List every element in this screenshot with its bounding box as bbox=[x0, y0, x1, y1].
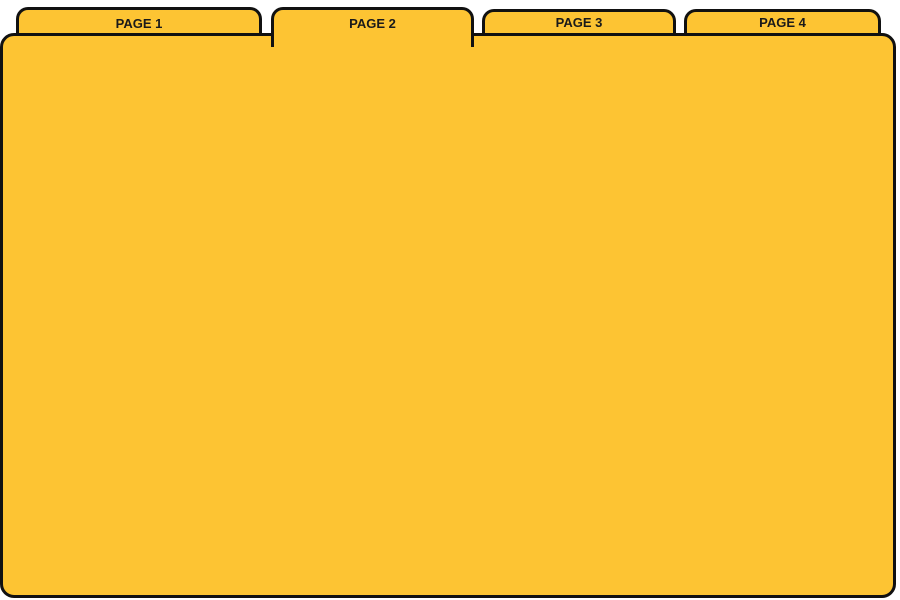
tab-page-2-label: PAGE 2 bbox=[349, 16, 396, 31]
active-tab-connector bbox=[277, 42, 468, 50]
tab-page-1-label: PAGE 1 bbox=[115, 16, 163, 31]
tab-page-4-label: PAGE 4 bbox=[759, 15, 806, 30]
tab-page-2[interactable]: PAGE 2 bbox=[271, 7, 474, 50]
tab-content-panel bbox=[0, 33, 896, 598]
tab-page-3-label: PAGE 3 bbox=[555, 15, 603, 30]
